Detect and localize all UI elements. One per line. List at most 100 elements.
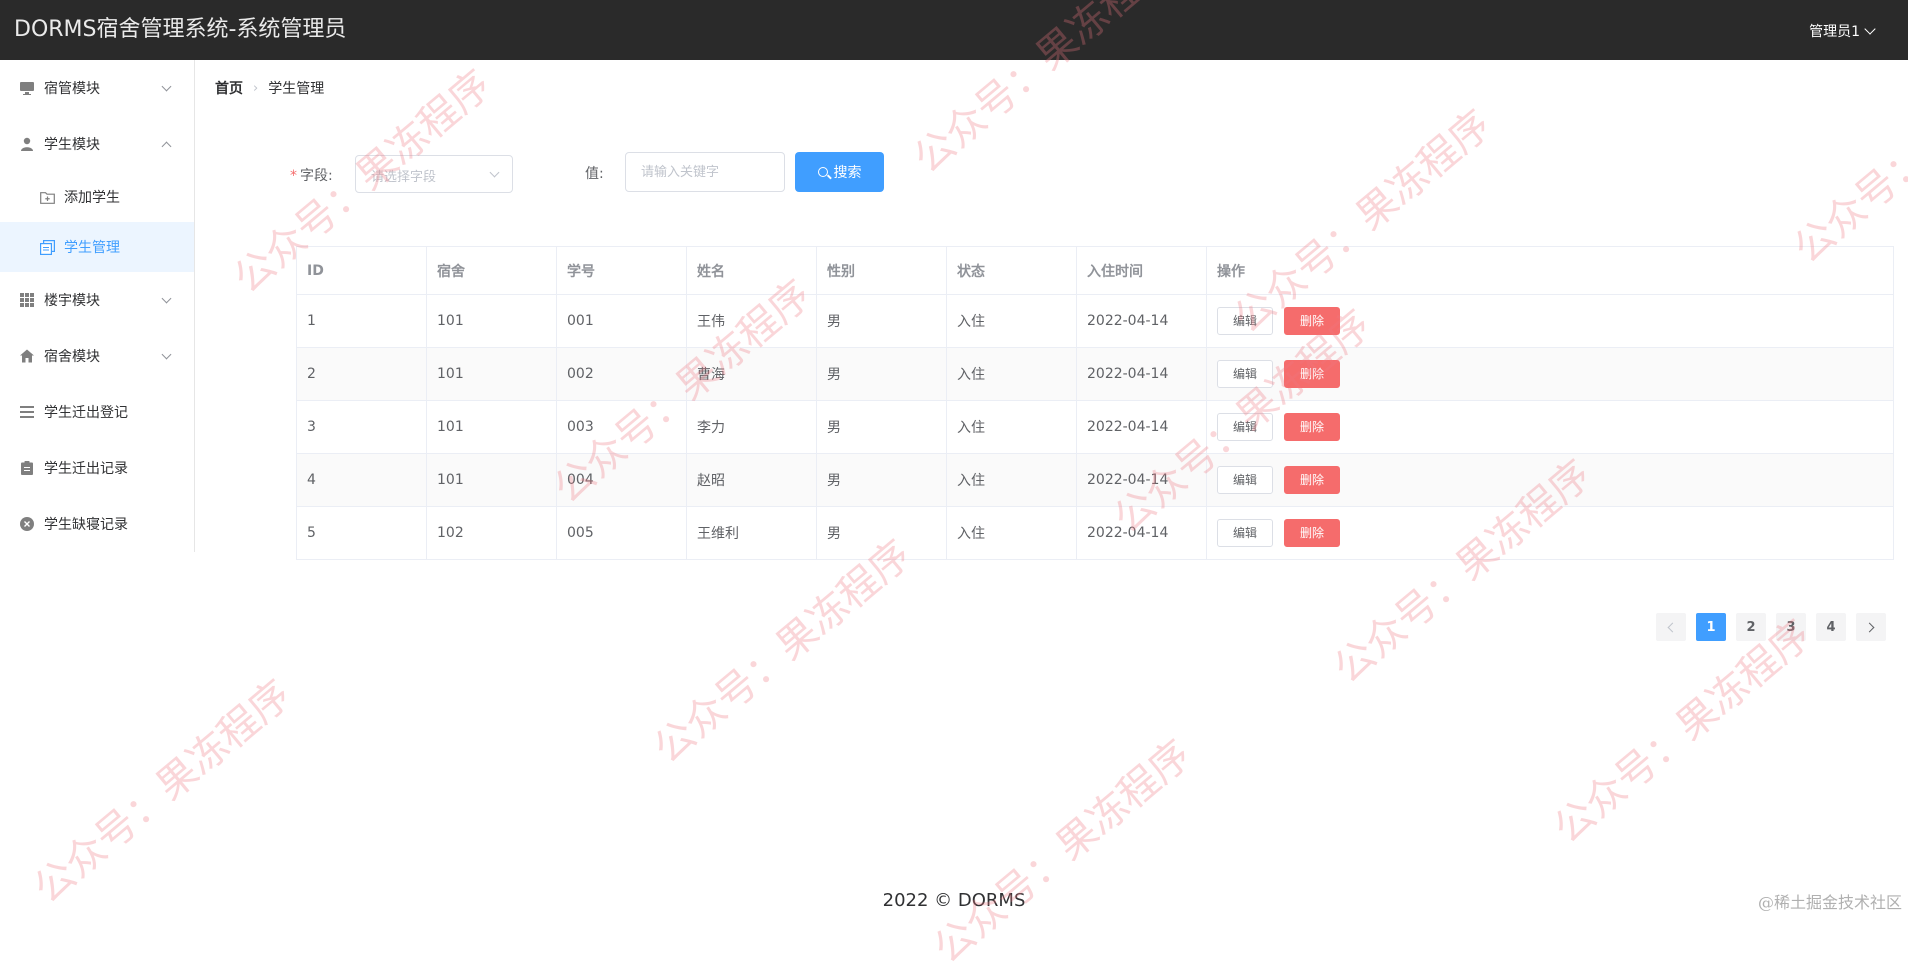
column-header: 宿舍 <box>426 246 557 295</box>
cell-name: 李力 <box>686 400 817 454</box>
sidebar-item-student-manage[interactable]: 学生管理 <box>0 222 194 272</box>
circle-close-icon <box>19 516 35 532</box>
sidebar-item-label: 学生迁出登记 <box>44 405 128 421</box>
watermark: 公众号：果冻程序 <box>645 531 920 773</box>
sidebar-item-move-out-register[interactable]: 学生迁出登记 <box>0 384 194 440</box>
watermark: 公众号：果冻程序 <box>925 731 1200 973</box>
folder-add-icon <box>39 189 55 205</box>
cell-actions: 编辑 删除 <box>1206 347 1894 401</box>
column-header: 操作 <box>1206 246 1894 295</box>
grid-icon <box>19 292 35 308</box>
chevron-up-icon <box>161 141 172 152</box>
delete-button[interactable]: 删除 <box>1284 360 1340 388</box>
chevron-down-icon <box>161 349 172 360</box>
cell-dorm: 102 <box>426 506 557 560</box>
sidebar-item-add-student[interactable]: 添加学生 <box>0 172 194 222</box>
menu-lines-icon <box>19 404 35 420</box>
cell-checkin-time: 2022-04-14 <box>1076 400 1207 454</box>
field-select[interactable]: 请选择字段 <box>355 155 513 193</box>
cell-status: 入住 <box>946 453 1077 507</box>
cell-status: 入住 <box>946 347 1077 401</box>
cell-dorm: 101 <box>426 453 557 507</box>
delete-button[interactable]: 删除 <box>1284 413 1340 441</box>
sidebar-item-label: 楼宇模块 <box>44 293 100 309</box>
cell-student-no: 003 <box>556 400 687 454</box>
house-icon <box>19 348 35 364</box>
cell-status: 入住 <box>946 294 1077 348</box>
cell-student-no: 004 <box>556 453 687 507</box>
value-label: 值: <box>585 166 604 182</box>
column-header: 姓名 <box>686 246 817 295</box>
chevron-down-icon <box>1864 23 1876 35</box>
keyword-input[interactable] <box>625 152 785 192</box>
cell-id: 2 <box>296 347 427 401</box>
column-header: ID <box>296 246 427 295</box>
corner-watermark: @稀土掘金技术社区 <box>1757 893 1902 912</box>
page-button[interactable]: 4 <box>1816 613 1846 641</box>
column-header: 入住时间 <box>1076 246 1207 295</box>
cell-actions: 编辑 删除 <box>1206 294 1894 348</box>
chevron-left-icon <box>1667 622 1678 632</box>
column-header: 性别 <box>816 246 947 295</box>
cell-gender: 男 <box>816 400 947 454</box>
cell-student-no: 001 <box>556 294 687 348</box>
sidebar-item-dorm[interactable]: 宿舍模块 <box>0 328 194 384</box>
cell-actions: 编辑 删除 <box>1206 506 1894 560</box>
edit-button[interactable]: 编辑 <box>1217 519 1273 547</box>
chevron-down-icon <box>489 167 500 178</box>
watermark: 公众号：果冻程序 <box>1545 611 1820 853</box>
delete-button[interactable]: 删除 <box>1284 519 1340 547</box>
cell-id: 4 <box>296 453 427 507</box>
edit-button[interactable]: 编辑 <box>1217 360 1273 388</box>
breadcrumb: 首页 › 学生管理 <box>215 78 324 98</box>
field-label-text: 字段: <box>300 168 333 184</box>
required-mark: * <box>290 168 297 184</box>
cell-student-no: 002 <box>556 347 687 401</box>
sidebar-item-move-out-record[interactable]: 学生迁出记录 <box>0 440 194 496</box>
cell-checkin-time: 2022-04-14 <box>1076 294 1207 348</box>
sidebar-item-label: 学生缺寝记录 <box>44 517 128 533</box>
pagination: 1 2 3 4 <box>1656 613 1886 641</box>
user-icon <box>19 136 35 152</box>
cell-id: 1 <box>296 294 427 348</box>
edit-button[interactable]: 编辑 <box>1217 413 1273 441</box>
breadcrumb-home[interactable]: 首页 <box>215 78 243 98</box>
sidebar: 宿管模块 学生模块 添加学生 学生管理 楼宇模块 宿舍模块 学生迁出登记 学生迁… <box>0 60 195 552</box>
table-row: 5 102 005 王维利 男 入住 2022-04-14 编辑 删除 <box>296 506 1894 560</box>
sidebar-item-label: 添加学生 <box>64 190 120 206</box>
sidebar-item-building[interactable]: 楼宇模块 <box>0 272 194 328</box>
user-menu[interactable]: 管理员1 <box>1809 21 1876 41</box>
clipboard-icon <box>19 460 35 476</box>
column-header: 学号 <box>556 246 687 295</box>
cell-actions: 编辑 删除 <box>1206 400 1894 454</box>
table-row: 2 101 002 曹海 男 入住 2022-04-14 编辑 删除 <box>296 347 1894 401</box>
delete-button[interactable]: 删除 <box>1284 307 1340 335</box>
cell-name: 王伟 <box>686 294 817 348</box>
search-button[interactable]: 搜索 <box>795 152 884 192</box>
cell-gender: 男 <box>816 506 947 560</box>
user-name: 管理员1 <box>1809 24 1860 40</box>
next-page-button[interactable] <box>1856 613 1886 641</box>
table-row: 1 101 001 王伟 男 入住 2022-04-14 编辑 删除 <box>296 294 1894 348</box>
column-header: 状态 <box>946 246 1077 295</box>
edit-button[interactable]: 编辑 <box>1217 466 1273 494</box>
sidebar-item-student[interactable]: 学生模块 <box>0 116 194 172</box>
cell-student-no: 005 <box>556 506 687 560</box>
delete-button[interactable]: 删除 <box>1284 466 1340 494</box>
prev-page-button[interactable] <box>1656 613 1686 641</box>
sidebar-item-absence-record[interactable]: 学生缺寝记录 <box>0 496 194 552</box>
page-button[interactable]: 2 <box>1736 613 1766 641</box>
page-button[interactable]: 1 <box>1696 613 1726 641</box>
sidebar-item-dorm-manager[interactable]: 宿管模块 <box>0 60 194 116</box>
sidebar-item-label: 学生管理 <box>64 240 120 256</box>
student-table: ID 宿舍 学号 姓名 性别 状态 入住时间 操作 1 101 001 王伟 男… <box>296 246 1894 560</box>
cell-status: 入住 <box>946 506 1077 560</box>
field-select-placeholder: 请选择字段 <box>371 170 437 185</box>
cell-name: 赵昭 <box>686 453 817 507</box>
page-button[interactable]: 3 <box>1776 613 1806 641</box>
cell-gender: 男 <box>816 347 947 401</box>
footer: 2022 © DORMS <box>882 890 1026 911</box>
cell-checkin-time: 2022-04-14 <box>1076 347 1207 401</box>
edit-button[interactable]: 编辑 <box>1217 307 1273 335</box>
cell-gender: 男 <box>816 294 947 348</box>
